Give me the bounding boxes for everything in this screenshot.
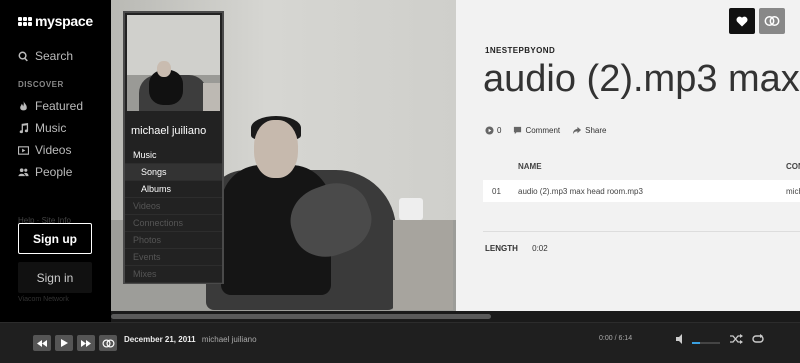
people-icon xyxy=(18,167,29,176)
artist-profile-card: michael juiliano Music Songs Albums Vide… xyxy=(123,11,224,284)
sidebar-item-label: Featured xyxy=(35,99,84,113)
connect-button[interactable] xyxy=(759,8,785,34)
track-actions: 0 Comment Share xyxy=(485,126,619,135)
play-circle-icon xyxy=(485,126,494,135)
connect-rings-icon xyxy=(102,338,114,348)
search-link[interactable]: Search xyxy=(18,49,73,63)
logo-wordmark: myspace xyxy=(35,13,93,29)
sidebar-item-people[interactable]: People xyxy=(18,165,72,179)
like-button[interactable] xyxy=(729,8,755,34)
menu-item-songs[interactable]: Songs xyxy=(125,164,222,181)
comment-button[interactable]: Comment xyxy=(513,126,560,135)
myspace-logo[interactable]: myspace xyxy=(18,13,93,29)
sidebar-item-label: People xyxy=(35,165,73,179)
volume-speaker-icon[interactable] xyxy=(676,334,687,344)
artist-menu: Music Songs Albums Videos Connections Ph… xyxy=(125,147,222,283)
scrollbar-thumb[interactable] xyxy=(111,314,491,319)
now-playing-artist[interactable]: michael juiliano xyxy=(202,335,257,344)
play-count[interactable]: 0 xyxy=(485,126,501,135)
track-length: LENGTH 0:02 xyxy=(485,244,548,253)
track-title: audio (2).mp3 max head room.mp3 xyxy=(483,58,800,100)
divider xyxy=(483,231,800,232)
volume-slider[interactable] xyxy=(692,342,720,344)
menu-item-mixes[interactable]: Mixes xyxy=(125,266,222,283)
comment-bubble-icon xyxy=(514,126,522,135)
menu-item-videos[interactable]: Videos xyxy=(125,198,222,215)
row-connect[interactable]: michael juiliano xyxy=(786,187,800,196)
length-label: LENGTH xyxy=(485,244,518,253)
sign-up-button[interactable]: Sign up xyxy=(18,223,92,254)
discover-heading: DISCOVER xyxy=(18,80,64,89)
share-button[interactable]: Share xyxy=(572,126,607,135)
connect-player-button[interactable] xyxy=(99,335,117,351)
heart-icon xyxy=(736,16,748,26)
artist-avatar[interactable] xyxy=(127,15,220,111)
sidebar: myspace Search DISCOVER Featured Music V… xyxy=(0,0,111,322)
now-playing-info: December 21, 2011 michael juiliano xyxy=(124,335,257,344)
now-playing-date: December 21, 2011 xyxy=(124,335,196,344)
sidebar-item-label: Music xyxy=(35,121,67,135)
shuffle-icon[interactable] xyxy=(730,334,743,344)
column-header-connect[interactable]: CONNECT xyxy=(786,162,800,171)
menu-item-connections[interactable]: Connections xyxy=(125,215,222,232)
play-button[interactable] xyxy=(55,335,73,351)
share-label: Share xyxy=(585,126,607,135)
playback-time: 0:00 / 6:14 xyxy=(599,335,633,342)
play-icon xyxy=(60,339,68,347)
connect-rings-icon xyxy=(764,16,780,26)
player-bar: December 21, 2011 michael juiliano 0:00 … xyxy=(0,322,800,363)
volume-slider-fill xyxy=(692,342,701,344)
previous-track-button[interactable] xyxy=(33,335,51,351)
sidebar-item-videos[interactable]: Videos xyxy=(18,143,71,157)
column-header-name[interactable]: NAME xyxy=(518,162,542,171)
flame-icon xyxy=(20,100,27,110)
app-window: myspace Search DISCOVER Featured Music V… xyxy=(0,0,800,363)
sidebar-item-featured[interactable]: Featured xyxy=(18,99,83,113)
track-detail-panel: 1NESTEPBYOND audio (2).mp3 max head room… xyxy=(456,0,800,322)
comment-label: Comment xyxy=(525,126,561,135)
music-note-icon xyxy=(19,122,29,133)
menu-item-music[interactable]: Music xyxy=(125,147,222,164)
share-arrow-icon xyxy=(573,126,582,135)
play-count-value: 0 xyxy=(497,126,502,135)
menu-item-albums[interactable]: Albums xyxy=(125,181,222,198)
table-row[interactable]: 01 audio (2).mp3 max head room.mp3 micha… xyxy=(483,180,800,202)
video-icon xyxy=(18,145,29,155)
network-footer-text: Viacom Network xyxy=(18,296,69,303)
menu-item-photos[interactable]: Photos xyxy=(125,232,222,249)
logo-people-icon xyxy=(18,16,32,26)
artist-name[interactable]: michael juiliano xyxy=(131,125,206,137)
horizontal-scrollbar[interactable] xyxy=(111,311,800,322)
menu-item-events[interactable]: Events xyxy=(125,249,222,266)
search-label: Search xyxy=(35,49,74,63)
row-number: 01 xyxy=(492,187,501,196)
sign-in-link[interactable]: Sign in xyxy=(18,262,92,293)
sidebar-item-music[interactable]: Music xyxy=(18,121,66,135)
next-track-button[interactable] xyxy=(77,335,95,351)
length-value: 0:02 xyxy=(532,244,548,253)
repeat-icon[interactable] xyxy=(752,334,765,344)
fast-forward-icon xyxy=(81,339,91,347)
rewind-icon xyxy=(37,339,47,347)
sidebar-item-label: Videos xyxy=(35,143,72,157)
row-track-name: audio (2).mp3 max head room.mp3 xyxy=(518,187,643,196)
track-artist-label[interactable]: 1NESTEPBYOND xyxy=(485,46,555,55)
search-icon xyxy=(18,51,28,61)
